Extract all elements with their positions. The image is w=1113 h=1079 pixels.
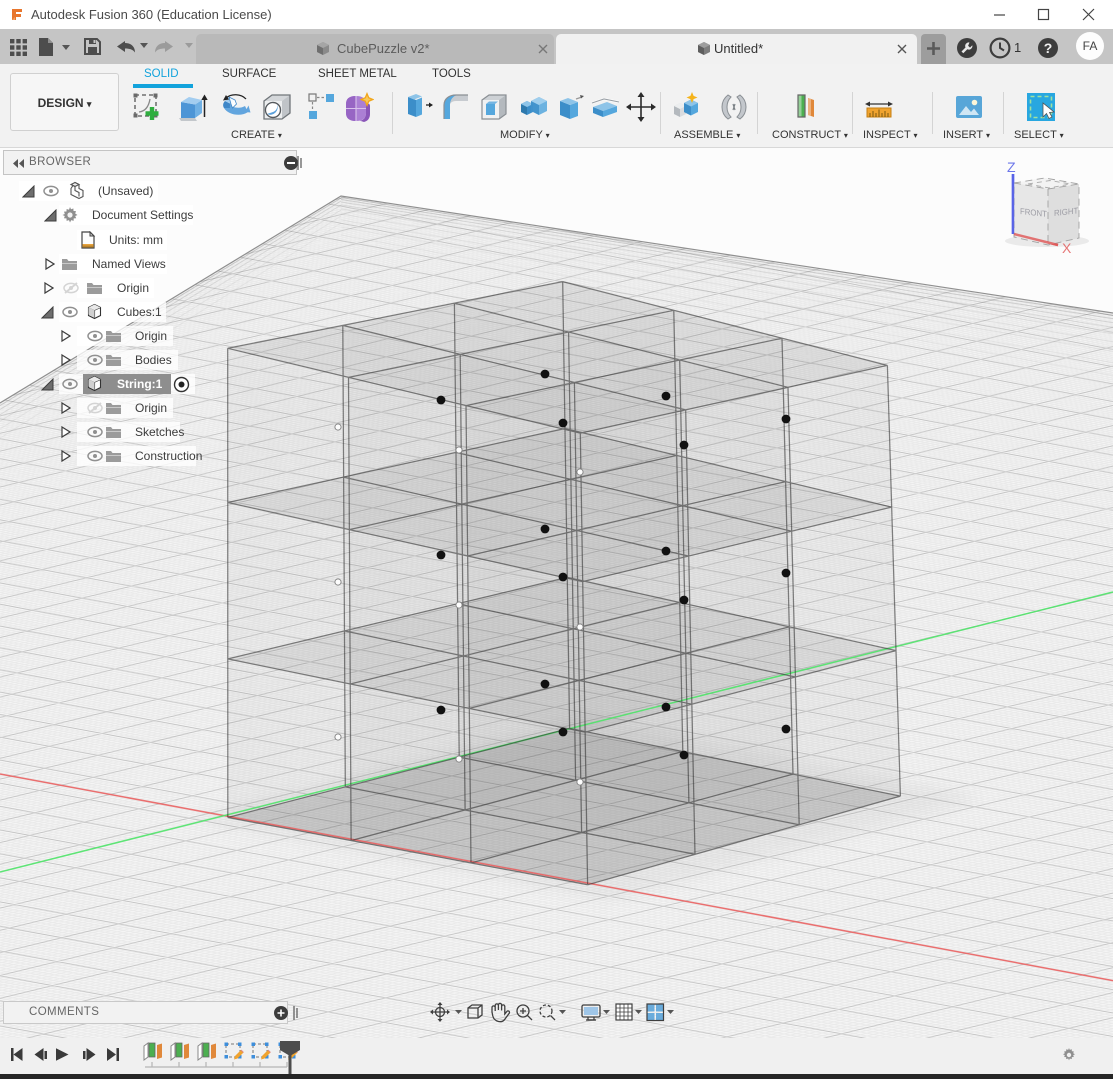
svg-text:Z: Z xyxy=(1007,159,1016,175)
svg-text:X: X xyxy=(1062,240,1072,256)
svg-text:?: ? xyxy=(1044,40,1053,56)
